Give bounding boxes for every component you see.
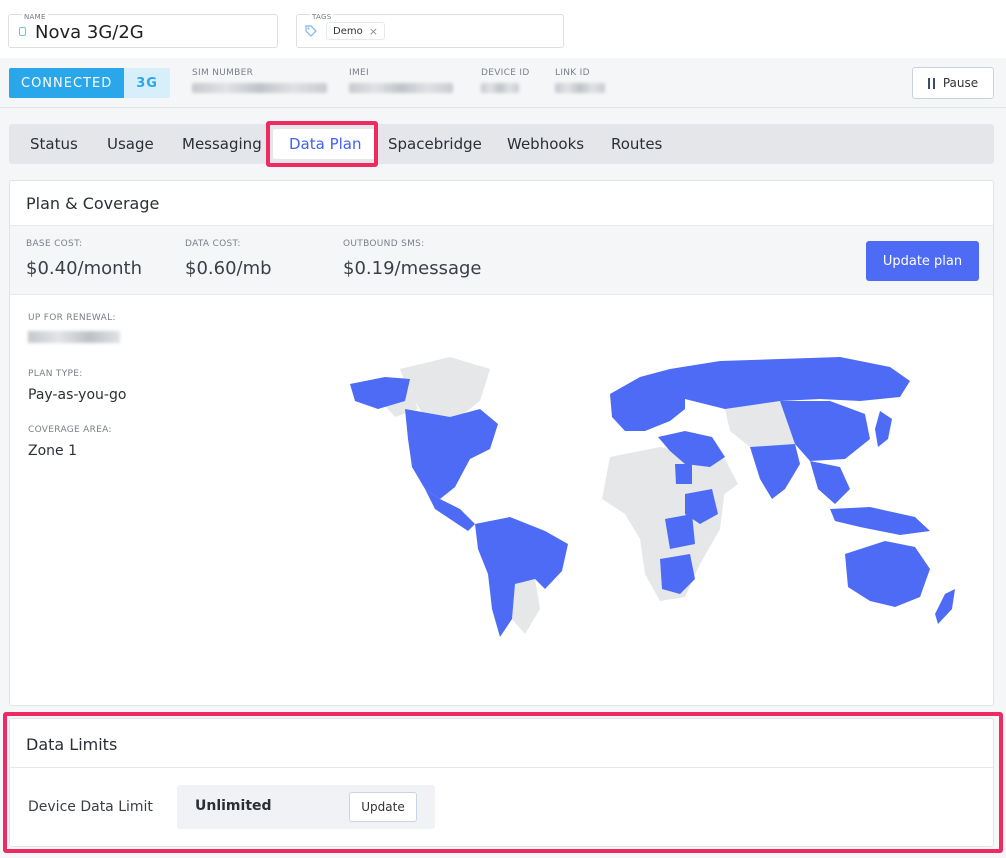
sms-cost: OUTBOUND SMS: $0.19/message	[343, 239, 482, 279]
tab-status[interactable]: Status	[30, 124, 78, 164]
data-limits-divider	[10, 767, 993, 768]
imei-redacted	[349, 83, 453, 93]
sim-number-redacted	[192, 83, 327, 93]
southeast-asia-shape	[810, 461, 850, 504]
sim-number-label: SIM NUMBER	[192, 68, 254, 78]
imei-label: IMEI	[349, 68, 369, 78]
tab-data-plan[interactable]: Data Plan	[273, 129, 378, 159]
egypt-shape	[675, 464, 692, 484]
plan-type-info: PLAN TYPE: Pay-as-you-go	[28, 369, 126, 403]
sms-cost-label: OUTBOUND SMS:	[343, 239, 425, 249]
device-header: NAME Nova 3G/2G TAGS Demo ×	[0, 0, 1006, 58]
name-field[interactable]: NAME Nova 3G/2G	[8, 13, 278, 48]
device-limit-value: Unlimited	[195, 798, 272, 814]
renewal-info: UP FOR RENEWAL:	[28, 313, 120, 343]
update-plan-button[interactable]: Update plan	[866, 241, 979, 281]
tag-chip-demo[interactable]: Demo ×	[326, 22, 385, 40]
central-america-shape	[425, 489, 475, 531]
tab-usage[interactable]: Usage	[107, 124, 154, 164]
device-limit-box: Unlimited Update	[177, 785, 435, 829]
base-cost: BASE COST: $0.40/month	[26, 239, 142, 279]
device-tabs: Status Usage Messaging Data Plan Spacebr…	[9, 124, 994, 164]
link-id-redacted	[555, 83, 605, 93]
indonesia-shape	[830, 507, 930, 535]
device-id-label: DEVICE ID	[481, 68, 530, 78]
tags-field[interactable]: TAGS Demo ×	[296, 13, 564, 48]
sim-number-meta: SIM NUMBER	[192, 68, 327, 93]
remove-tag-icon[interactable]: ×	[369, 25, 378, 38]
connection-status: CONNECTED	[9, 68, 125, 98]
coverage-area-label: COVERAGE AREA:	[28, 425, 112, 435]
name-field-label: NAME	[22, 13, 48, 21]
data-limits-title: Data Limits	[26, 735, 118, 754]
data-cost-value: $0.60/mb	[185, 258, 272, 279]
imei-meta: IMEI	[349, 68, 453, 93]
coverage-area-info: COVERAGE AREA: Zone 1	[28, 425, 112, 459]
data-cost: DATA COST: $0.60/mb	[185, 239, 272, 279]
renewal-label: UP FOR RENEWAL:	[28, 313, 116, 323]
pause-button[interactable]: Pause	[912, 67, 994, 99]
plan-type-value: Pay-as-you-go	[28, 387, 127, 403]
tab-messaging[interactable]: Messaging	[182, 124, 262, 164]
japan-shape	[875, 411, 892, 447]
plan-type-label: PLAN TYPE:	[28, 369, 83, 379]
plan-coverage-card: Plan & Coverage BASE COST: $0.40/month D…	[9, 180, 994, 706]
device-id-meta: DEVICE ID	[481, 68, 530, 93]
device-id-redacted	[481, 83, 519, 93]
tab-webhooks[interactable]: Webhooks	[507, 124, 584, 164]
europe-shape	[610, 369, 685, 431]
coverage-area-value: Zone 1	[28, 443, 77, 459]
sms-cost-value: $0.19/message	[343, 258, 482, 279]
tab-routes[interactable]: Routes	[611, 124, 662, 164]
india-shape	[750, 444, 800, 499]
status-bar: CONNECTED 3G SIM NUMBER IMEI DEVICE ID L…	[0, 58, 1006, 108]
north-america-shape	[405, 409, 498, 499]
renewal-redacted	[28, 331, 120, 343]
plan-card-title: Plan & Coverage	[26, 194, 160, 213]
network-type: 3G	[124, 68, 170, 98]
tag-chip-label: Demo	[333, 25, 363, 37]
pause-icon	[927, 77, 935, 89]
connection-badge: CONNECTED 3G	[9, 68, 170, 98]
device-icon	[19, 27, 26, 36]
new-zealand-shape	[935, 589, 955, 624]
pause-button-label: Pause	[942, 76, 979, 90]
update-limit-button[interactable]: Update	[349, 792, 417, 822]
central-africa-shape	[665, 514, 695, 549]
australia-shape	[845, 541, 930, 607]
data-cost-label: DATA COST:	[185, 239, 241, 249]
plan-costs: BASE COST: $0.40/month DATA COST: $0.60/…	[10, 225, 993, 295]
tab-spacebridge[interactable]: Spacebridge	[388, 124, 482, 164]
base-cost-value: $0.40/month	[26, 258, 143, 279]
tags-field-label: TAGS	[310, 13, 334, 21]
tag-icon	[305, 25, 317, 40]
data-limits-card: Data Limits Device Data Limit Unlimited …	[9, 718, 994, 847]
coverage-map	[350, 357, 955, 637]
device-name[interactable]: Nova 3G/2G	[35, 22, 144, 43]
device-limit-label: Device Data Limit	[28, 799, 153, 815]
link-id-meta: LINK ID	[555, 68, 605, 93]
link-id-label: LINK ID	[555, 68, 590, 78]
south-america-tip-shape	[512, 579, 540, 634]
southern-africa-shape	[660, 554, 695, 594]
base-cost-label: BASE COST:	[26, 239, 83, 249]
